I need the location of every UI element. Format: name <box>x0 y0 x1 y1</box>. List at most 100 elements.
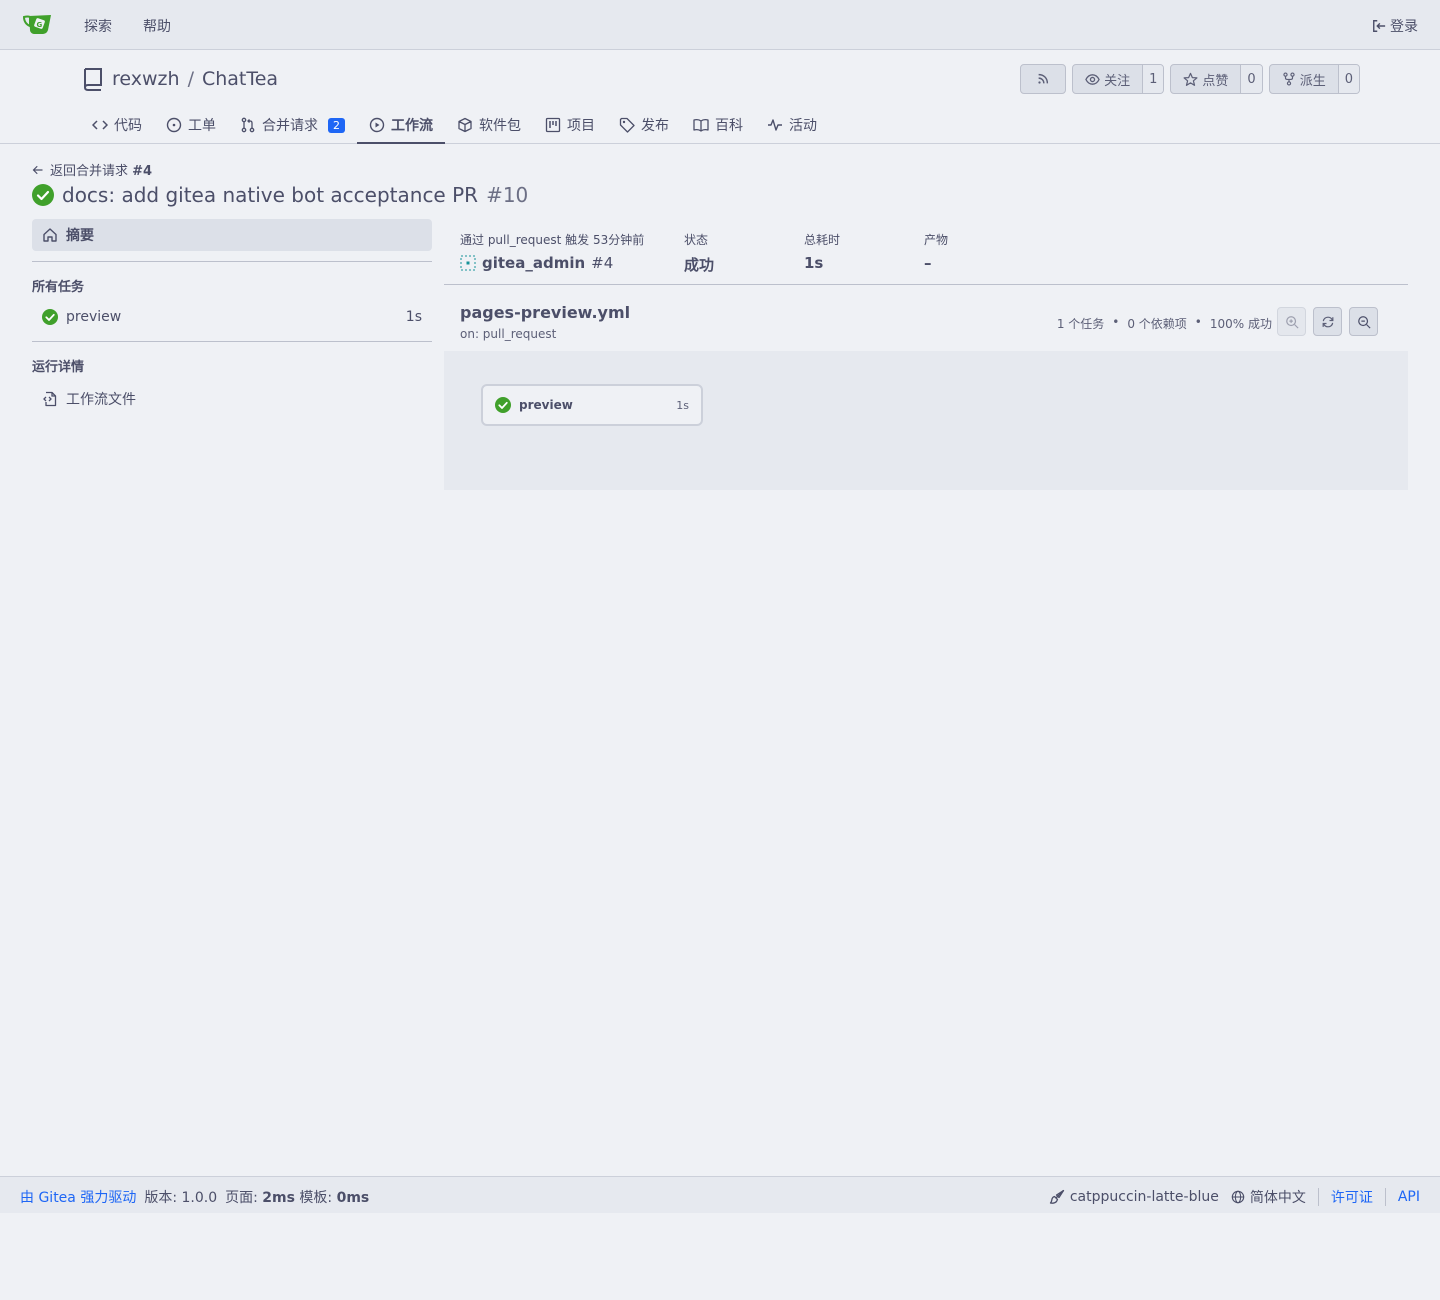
artifacts-value: – <box>924 254 932 272</box>
api-link[interactable]: API <box>1398 1189 1420 1205</box>
run-details-heading: 运行详情 <box>32 360 85 375</box>
star-icon <box>1183 72 1198 86</box>
project-icon <box>545 117 561 133</box>
sign-in-icon <box>1373 20 1386 32</box>
file-code-icon <box>43 391 57 407</box>
tab-issues-label: 工单 <box>188 118 216 134</box>
sidebar-job-item[interactable]: preview 1s <box>32 303 432 331</box>
status-label: 状态 <box>684 233 709 247</box>
run-title: docs: add gitea native bot acceptance PR… <box>32 183 528 207</box>
watch-count[interactable]: 1 <box>1142 65 1164 93</box>
fork-count[interactable]: 0 <box>1337 65 1359 93</box>
sidebar-divider <box>32 261 432 262</box>
powered-by-link[interactable]: 由 Gitea 强力驱动 <box>20 1187 136 1207</box>
repo-tabs: 代码 工单 合并请求 2 工作流 软件包 项目 发布 百科 活动 <box>80 106 829 144</box>
tab-wiki-label: 百科 <box>715 118 743 134</box>
workflow-header: pages-preview.yml on: pull_request 1 个任务… <box>444 285 1408 351</box>
duration-value: 1s <box>804 254 824 272</box>
duration-label: 总耗时 <box>804 233 841 247</box>
zoom-in-button[interactable] <box>1277 307 1306 336</box>
fork-label: 派生 <box>1299 73 1326 89</box>
run-summary-bar: 通过 pull_request 触发 53分钟前 gitea_admin #4 … <box>444 219 1408 285</box>
watch-label: 关注 <box>1104 73 1131 89</box>
run-sidebar: 摘要 所有任务 preview 1s 运行详情 工作流文件 <box>32 219 432 415</box>
trigger-ref[interactable]: #4 <box>591 254 613 272</box>
home-icon <box>43 228 57 242</box>
all-jobs-heading: 所有任务 <box>32 280 85 295</box>
workflow-stats: 1 个任务 • 0 个依赖项 • 100% 成功 <box>1057 315 1272 332</box>
tab-packages[interactable]: 软件包 <box>445 106 533 144</box>
watch-button-group: 关注 1 <box>1072 64 1165 94</box>
paintbrush-icon <box>1049 1189 1064 1204</box>
graph-toolbar <box>1277 307 1378 336</box>
theme-name: catppuccin-latte-blue <box>1069 1189 1219 1205</box>
workflow-file-link[interactable]: 工作流文件 <box>32 383 432 415</box>
trigger-user[interactable]: gitea_admin <box>482 254 585 272</box>
footer-divider <box>1317 1188 1319 1206</box>
tab-actions[interactable]: 工作流 <box>357 106 445 144</box>
tab-projects[interactable]: 项目 <box>533 106 607 144</box>
repo-owner-link[interactable]: rexwzh <box>112 68 180 90</box>
run-number: #10 <box>486 183 529 207</box>
package-icon <box>458 117 472 133</box>
login-link[interactable]: 登录 <box>1372 16 1418 36</box>
gitea-logo-icon[interactable]: G <box>22 12 54 36</box>
star-button[interactable]: 点赞 <box>1171 65 1240 93</box>
workflow-name: pages-preview.yml <box>460 303 631 322</box>
tab-activity-label: 活动 <box>789 118 817 134</box>
page-time-label: 页面: <box>225 1190 258 1206</box>
fork-button[interactable]: 派生 <box>1270 65 1338 93</box>
zoom-out-icon <box>1357 315 1371 329</box>
tab-activity[interactable]: 活动 <box>755 106 829 144</box>
repo-icon <box>83 68 102 91</box>
run-main: 通过 pull_request 触发 53分钟前 gitea_admin #4 … <box>444 219 1408 490</box>
globe-icon <box>1231 1190 1245 1204</box>
repo-header: rexwzh / ChatTea 关注 1 点赞 0 派生 0 代码 工单 合并… <box>0 50 1440 144</box>
tab-pulls[interactable]: 合并请求 2 <box>228 106 357 144</box>
tab-releases[interactable]: 发布 <box>607 106 681 144</box>
tab-releases-label: 发布 <box>641 118 669 134</box>
book-icon <box>693 119 709 132</box>
sidebar-job-name: preview <box>66 309 122 325</box>
version-text: 版本: 1.0.0 <box>144 1190 218 1206</box>
sidebar-job-duration: 1s <box>405 309 422 325</box>
tab-projects-label: 项目 <box>567 118 595 134</box>
license-link[interactable]: 许可证 <box>1331 1187 1373 1207</box>
top-navbar: G 探索 帮助 登录 <box>0 0 1440 50</box>
sidebar-summary-item[interactable]: 摘要 <box>32 219 432 251</box>
trigger-label: 通过 pull_request 触发 53分钟前 <box>460 233 645 247</box>
pulse-icon <box>768 119 782 131</box>
success-check-icon <box>495 397 511 413</box>
repo-name-link[interactable]: ChatTea <box>202 68 278 90</box>
reset-zoom-button[interactable] <box>1313 307 1342 336</box>
theme-selector[interactable]: catppuccin-latte-blue <box>1049 1189 1219 1205</box>
tab-code[interactable]: 代码 <box>80 106 154 144</box>
workflow-trigger: on: pull_request <box>460 327 557 341</box>
fork-button-group: 派生 0 <box>1268 64 1360 94</box>
nav-explore-link[interactable]: 探索 <box>84 16 112 36</box>
star-button-group: 点赞 0 <box>1170 64 1263 94</box>
status-value: 成功 <box>684 256 715 274</box>
star-label: 点赞 <box>1202 73 1229 89</box>
play-icon <box>369 117 385 133</box>
watch-button[interactable]: 关注 <box>1073 65 1142 93</box>
zoom-out-button[interactable] <box>1349 307 1378 336</box>
stat-jobs: 1 个任务 <box>1056 317 1105 331</box>
duration-info: 总耗时 1s <box>804 231 840 272</box>
tab-actions-label: 工作流 <box>391 118 433 134</box>
stat-deps: 0 个依赖项 <box>1127 317 1187 331</box>
rss-icon <box>1038 73 1049 84</box>
issue-icon <box>166 117 182 133</box>
nav-help-link[interactable]: 帮助 <box>143 16 171 36</box>
avatar[interactable] <box>460 255 476 271</box>
tab-issues[interactable]: 工单 <box>154 106 228 144</box>
tab-pulls-label: 合并请求 <box>262 118 318 134</box>
zoom-in-icon <box>1285 315 1299 329</box>
rss-button[interactable] <box>1020 64 1067 94</box>
graph-job-node[interactable]: preview 1s <box>481 384 703 426</box>
language-selector[interactable]: 简体中文 <box>1231 1187 1306 1207</box>
tab-wiki[interactable]: 百科 <box>681 106 755 144</box>
star-count[interactable]: 0 <box>1240 65 1262 93</box>
back-to-pull-link[interactable]: 返回合并请求 #4 <box>32 160 152 179</box>
language-name: 简体中文 <box>1249 1190 1306 1206</box>
